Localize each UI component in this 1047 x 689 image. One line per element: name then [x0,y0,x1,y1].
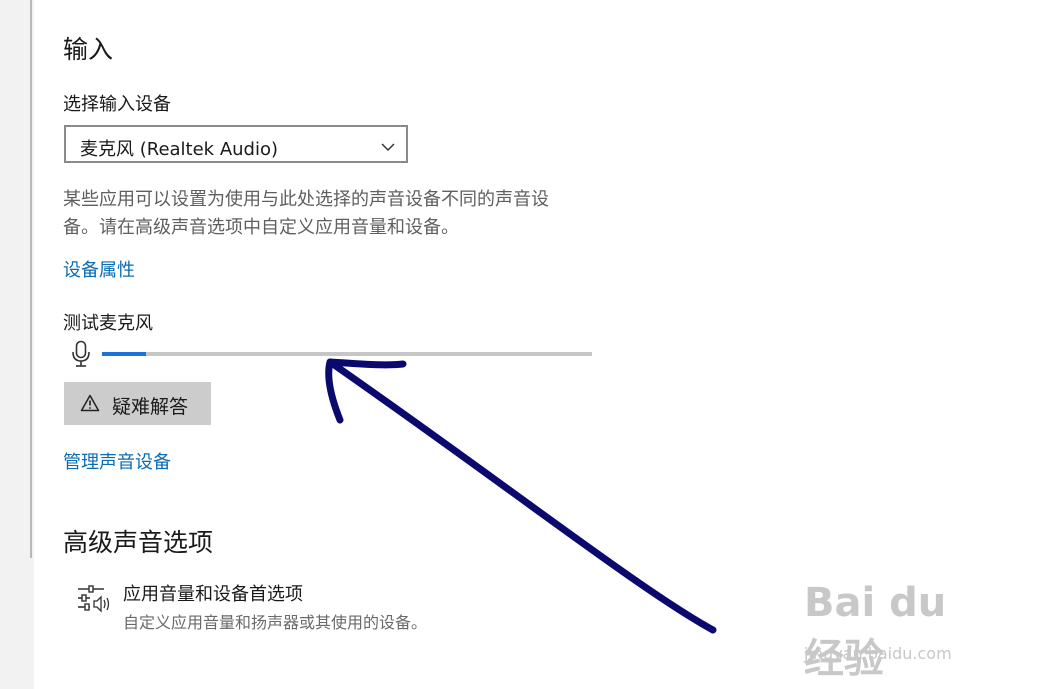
app-volume-preferences-title: 应用音量和设备首选项 [123,584,303,605]
description-line: 某些应用可以设置为使用与此处选择的声音设备不同的声音设 [63,189,549,210]
scrollbar[interactable] [30,0,32,558]
microphone-icon [71,340,91,372]
device-properties-link[interactable]: 设备属性 [63,256,135,282]
baidu-watermark: Bai du 经验 jingyan.baidu.com [800,574,1000,682]
description-line: 备。请在高级声音选项中自定义应用音量和设备。 [63,217,459,238]
select-input-device-label: 选择输入设备 [63,94,171,115]
warning-icon [80,394,100,416]
input-device-description: 某些应用可以设置为使用与此处选择的声音设备不同的声音设 备。请在高级声音选项中自… [63,186,623,242]
manage-sound-devices-link[interactable]: 管理声音设备 [63,448,171,474]
watermark-main: Bai du 经验 [804,580,947,682]
test-microphone-label: 测试麦克风 [63,313,153,334]
sliders-icon [76,584,110,618]
mic-level-fill [102,352,147,356]
app-volume-preferences-subtitle: 自定义应用音量和扬声器或其使用的设备。 [123,613,428,632]
app-volume-preferences-item[interactable]: 应用音量和设备首选项 自定义应用音量和扬声器或其使用的设备。 [76,580,496,634]
watermark-url: jingyan.baidu.com [804,644,952,663]
selected-device-value: 麦克风 (Realtek Audio) [80,139,279,160]
advanced-sound-options-title: 高级声音选项 [63,528,214,557]
troubleshoot-label: 疑难解答 [112,396,189,418]
input-device-dropdown[interactable]: 麦克风 (Realtek Audio) [64,125,408,163]
mic-level-meter [102,352,592,356]
left-nav-strip [0,0,34,689]
troubleshoot-button[interactable]: 疑难解答 [64,382,211,425]
input-section-title: 输入 [63,35,114,64]
chevron-down-icon [380,138,396,157]
